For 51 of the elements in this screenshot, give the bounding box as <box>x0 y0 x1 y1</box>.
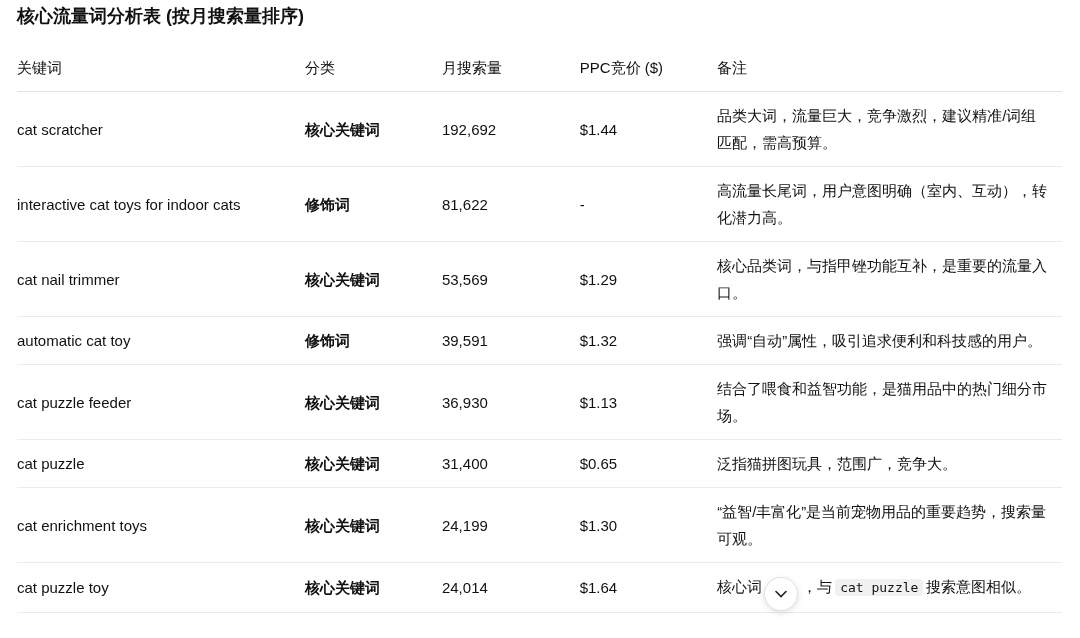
scroll-down-button[interactable] <box>764 576 799 611</box>
table-cell: 结合了喂食和益智功能，是猫用品中的热门细分市场。 <box>717 380 1048 424</box>
table-cell: cat scratcher <box>17 120 103 138</box>
table-cell: 核心关键词 <box>304 120 380 138</box>
column-header: PPC竞价 ($) <box>579 50 718 92</box>
table-cell: $0.65 <box>579 455 618 472</box>
table-cell: 搜索意图相似。 <box>926 578 1032 595</box>
table-cell: 强调“自动”属性，吸引追求便利和科技感的用户。 <box>717 332 1043 349</box>
table-cell: cat nail trimmer <box>17 270 120 288</box>
table-cell: 核心品类词，与指甲锉功能互补，是重要的流量入口。 <box>717 257 1048 301</box>
table-cell: $1.32 <box>579 332 618 349</box>
table-cell: $1.30 <box>579 516 618 534</box>
table-cell: 81,622 <box>441 195 488 213</box>
table-cell: 24,014 <box>441 578 488 596</box>
table-cell: interactive cat toys for indoor cats <box>17 195 241 213</box>
table-cell: 53,569 <box>441 270 488 288</box>
table-cell: 核心关键词 <box>304 393 380 411</box>
table-cell: 39,591 <box>441 332 488 349</box>
table-cell: 36,930 <box>441 393 488 411</box>
table-cell: $1.13 <box>579 393 618 411</box>
table-cell: 高流量长尾词，用户意图明确（室内、互动），转化潜力高。 <box>717 182 1048 226</box>
table-title: 核心流量词分析表 (按月搜索量排序) <box>17 5 305 28</box>
table-cell: - <box>579 195 585 213</box>
table-cell: automatic cat toy <box>17 332 131 349</box>
column-header: 月搜索量 <box>441 50 580 92</box>
table-cell: $1.44 <box>579 120 618 138</box>
table-cell: cat puzzle feeder <box>17 393 132 411</box>
inline-code: cat puzzle <box>835 579 924 596</box>
table-cell: ，与 <box>802 578 833 595</box>
table-cell: cat puzzle <box>17 455 85 472</box>
table-cell: 192,692 <box>441 120 497 138</box>
table-cell: 泛指猫拼图玩具，范围广，竞争大。 <box>717 455 958 472</box>
table-cell: 修饰词 <box>304 195 350 213</box>
table-cell: 品类大词，流量巨大，竞争激烈，建议精准/词组匹配，需高预算。 <box>717 107 1037 151</box>
table-cell: cat enrichment toys <box>17 516 148 534</box>
column-header: 备注 <box>717 50 1062 92</box>
table-cell: 24,199 <box>441 516 488 534</box>
table-cell: 31,400 <box>441 455 488 472</box>
table-cell: 核心关键词 <box>304 578 380 596</box>
chevron-down-icon <box>775 589 788 598</box>
table-cell: 核心关键词 <box>304 270 380 288</box>
table-cell: 核心词 <box>717 578 763 595</box>
table-cell: 修饰词 <box>304 332 350 349</box>
table-cell: “益智/丰富化”是当前宠物用品的重要趋势，搜索量可观。 <box>717 503 1047 547</box>
table-cell: 核心关键词 <box>304 455 380 472</box>
table-cell: 核心关键词 <box>304 516 380 534</box>
column-header: 关键词 <box>17 50 305 92</box>
table-cell: cat puzzle toy <box>17 578 109 596</box>
column-header: 分类 <box>304 50 442 92</box>
table-cell: $1.64 <box>579 578 618 596</box>
table-cell: $1.29 <box>579 270 618 288</box>
